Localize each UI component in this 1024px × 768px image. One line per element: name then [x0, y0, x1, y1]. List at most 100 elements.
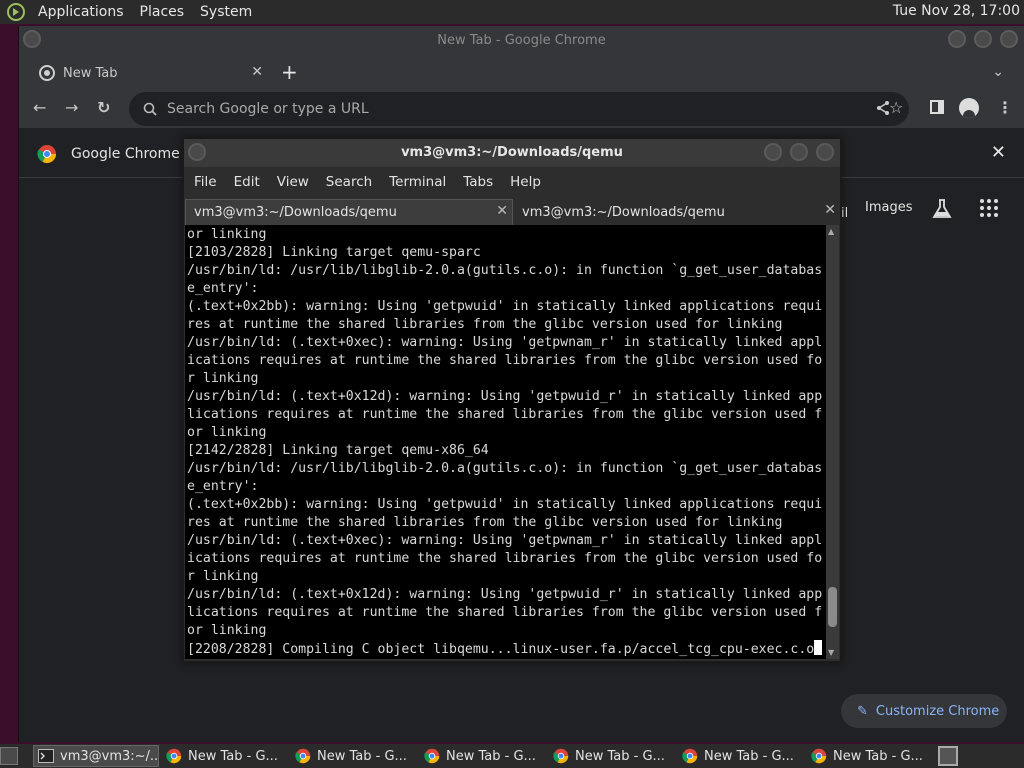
google-apps-grid-icon[interactable]: [979, 198, 999, 222]
taskbar-item[interactable]: vm3@vm3:~/...: [33, 745, 159, 767]
terminal-titlebar[interactable]: vm3@vm3:~/Downloads/qemu: [184, 139, 840, 167]
menu-file[interactable]: File: [188, 174, 223, 190]
labs-flask-icon[interactable]: [931, 198, 953, 224]
terminal-minimize-button[interactable]: [764, 143, 782, 161]
taskbar-item-label: New Tab - G...: [575, 748, 665, 764]
terminal-cursor: [814, 640, 823, 655]
menu-help[interactable]: Help: [504, 174, 547, 190]
terminal-line: [2208/2828] Compiling C object libqemu..…: [187, 640, 827, 659]
terminal-tab-label: vm3@vm3:~/Downloads/qemu: [522, 204, 725, 220]
terminal-tab-1[interactable]: vm3@vm3:~/Downloads/qemu ✕: [185, 199, 513, 225]
minimize-button[interactable]: [948, 30, 966, 48]
menu-tabs[interactable]: Tabs: [457, 174, 499, 190]
images-link[interactable]: Images: [865, 200, 913, 215]
show-desktop-icon[interactable]: [0, 747, 18, 765]
forward-arrow-icon[interactable]: →: [65, 98, 78, 117]
menu-search[interactable]: Search: [320, 174, 378, 190]
terminal-line: /usr/bin/ld: (.text+0x12d): warning: Usi…: [187, 389, 823, 404]
chrome-icon: [424, 748, 440, 764]
terminal-output[interactable]: or linking [2103/2828] Linking target qem…: [185, 225, 827, 659]
taskbar-item[interactable]: New Tab - G...: [807, 745, 933, 767]
terminal-line: [2142/2828] Linking target qemu-x86_64: [187, 443, 489, 458]
terminal-line: ications requires at runtime the shared …: [187, 353, 823, 368]
profile-avatar-icon[interactable]: [959, 98, 979, 118]
terminal-tab-2[interactable]: vm3@vm3:~/Downloads/qemu ✕: [514, 199, 840, 225]
menu-view[interactable]: View: [271, 174, 315, 190]
customize-chrome-label: Customize Chrome: [875, 703, 1000, 719]
tab-search-chevron-icon[interactable]: ⌄: [992, 64, 1004, 80]
terminal-window: vm3@vm3:~/Downloads/qemu File Edit View …: [183, 138, 841, 662]
terminal-line: ications requires at runtime the shared …: [187, 551, 823, 566]
terminal-line: e_entry':: [187, 479, 259, 494]
places-menu[interactable]: Places: [136, 4, 189, 20]
gmail-link[interactable]: il: [841, 206, 848, 221]
top-panel: Applications Places System Tue Nov 28, 1…: [0, 0, 1024, 24]
side-panel-icon[interactable]: [930, 100, 944, 114]
bookmark-star-icon[interactable]: ☆: [889, 98, 903, 117]
terminal-tabbar: vm3@vm3:~/Downloads/qemu ✕ vm3@vm3:~/Dow…: [184, 197, 840, 225]
new-tab-plus-icon[interactable]: +: [281, 60, 298, 84]
terminal-line: (.text+0x2bb): warning: Using 'getpwuid'…: [187, 299, 823, 314]
terminal-menubar: File Edit View Search Terminal Tabs Help: [184, 167, 840, 197]
infobar-close-icon[interactable]: ✕: [991, 142, 1006, 163]
workspace-switcher-icon[interactable]: [938, 746, 958, 766]
terminal-line: /usr/bin/ld: /usr/lib/libglib-2.0.a(guti…: [187, 263, 823, 278]
menu-terminal[interactable]: Terminal: [383, 174, 452, 190]
taskbar-item-label: New Tab - G...: [704, 748, 794, 764]
customize-chrome-button[interactable]: ✎ Customize Chrome: [841, 694, 1007, 728]
taskbar-item[interactable]: New Tab - G...: [420, 745, 546, 767]
chrome-icon: [811, 748, 827, 764]
terminal-line: /usr/bin/ld: (.text+0xec): warning: Usin…: [187, 533, 823, 548]
taskbar-item[interactable]: New Tab - G...: [549, 745, 675, 767]
terminal-line: or linking: [187, 623, 267, 638]
chrome-titlebar[interactable]: New Tab - Google Chrome: [19, 26, 1024, 58]
terminal-line: /usr/bin/ld: (.text+0xec): warning: Usin…: [187, 335, 823, 350]
scrollbar-thumb[interactable]: [828, 586, 837, 627]
taskbar-item-label: New Tab - G...: [833, 748, 923, 764]
back-arrow-icon[interactable]: ←: [33, 98, 46, 117]
menu-edit[interactable]: Edit: [228, 174, 266, 190]
system-menu[interactable]: System: [196, 4, 256, 20]
taskbar-item-label: New Tab - G...: [446, 748, 536, 764]
terminal-window-title: vm3@vm3:~/Downloads/qemu: [401, 145, 623, 160]
terminal-tab-label: vm3@vm3:~/Downloads/qemu: [194, 205, 397, 220]
chrome-toolbar: ← → ↻ Search Google or type a URL ☆ ⋮: [19, 88, 1024, 128]
close-window-button[interactable]: [1000, 30, 1018, 48]
terminal-icon: [38, 749, 54, 763]
terminal-line: /usr/bin/ld: (.text+0x12d): warning: Usi…: [187, 587, 823, 602]
omnibox-placeholder: Search Google or type a URL: [167, 101, 369, 117]
tab-label: New Tab: [63, 65, 118, 81]
taskbar-item-label: vm3@vm3:~/...: [60, 748, 159, 764]
omnibox[interactable]: Search Google or type a URL: [129, 92, 909, 126]
panel-clock[interactable]: Tue Nov 28, 17:00: [893, 3, 1020, 19]
reload-icon[interactable]: ↻: [97, 98, 110, 117]
taskbar-item[interactable]: New Tab - G...: [291, 745, 417, 767]
terminal-line: (.text+0x2bb): warning: Using 'getpwuid'…: [187, 497, 823, 512]
scroll-down-arrow-icon[interactable]: ▼: [828, 648, 834, 657]
terminal-scrollbar[interactable]: ▲ ▼: [826, 225, 839, 659]
distro-logo-icon[interactable]: [6, 2, 26, 22]
terminal-line: lications requires at runtime the shared…: [187, 407, 823, 422]
chrome-logo-icon: [39, 65, 55, 81]
terminal-line: or linking: [187, 227, 267, 242]
applications-menu[interactable]: Applications: [34, 4, 128, 20]
taskbar: vm3@vm3:~/... New Tab - G... New Tab - G..…: [30, 745, 933, 767]
taskbar-item[interactable]: New Tab - G...: [162, 745, 288, 767]
chrome-color-logo-icon: [37, 144, 57, 164]
terminal-line: r linking: [187, 371, 259, 386]
bottom-panel: vm3@vm3:~/... New Tab - G... New Tab - G..…: [0, 744, 1024, 768]
chrome-menu-kebab-icon[interactable]: ⋮: [997, 98, 1013, 117]
chrome-icon: [553, 748, 569, 764]
terminal-close-button[interactable]: [816, 143, 834, 161]
pencil-icon: ✎: [857, 703, 868, 719]
tab-close-icon[interactable]: ✕: [251, 64, 263, 80]
taskbar-item-label: New Tab - G...: [188, 748, 278, 764]
maximize-button[interactable]: [974, 30, 992, 48]
scroll-up-arrow-icon[interactable]: ▲: [828, 227, 834, 236]
terminal-maximize-button[interactable]: [790, 143, 808, 161]
taskbar-item[interactable]: New Tab - G...: [678, 745, 804, 767]
terminal-tab-close-icon[interactable]: ✕: [496, 203, 508, 219]
chrome-icon: [682, 748, 698, 764]
chrome-tab-new-tab[interactable]: New Tab ✕: [29, 58, 273, 88]
terminal-tab-close-icon[interactable]: ✕: [824, 202, 836, 218]
